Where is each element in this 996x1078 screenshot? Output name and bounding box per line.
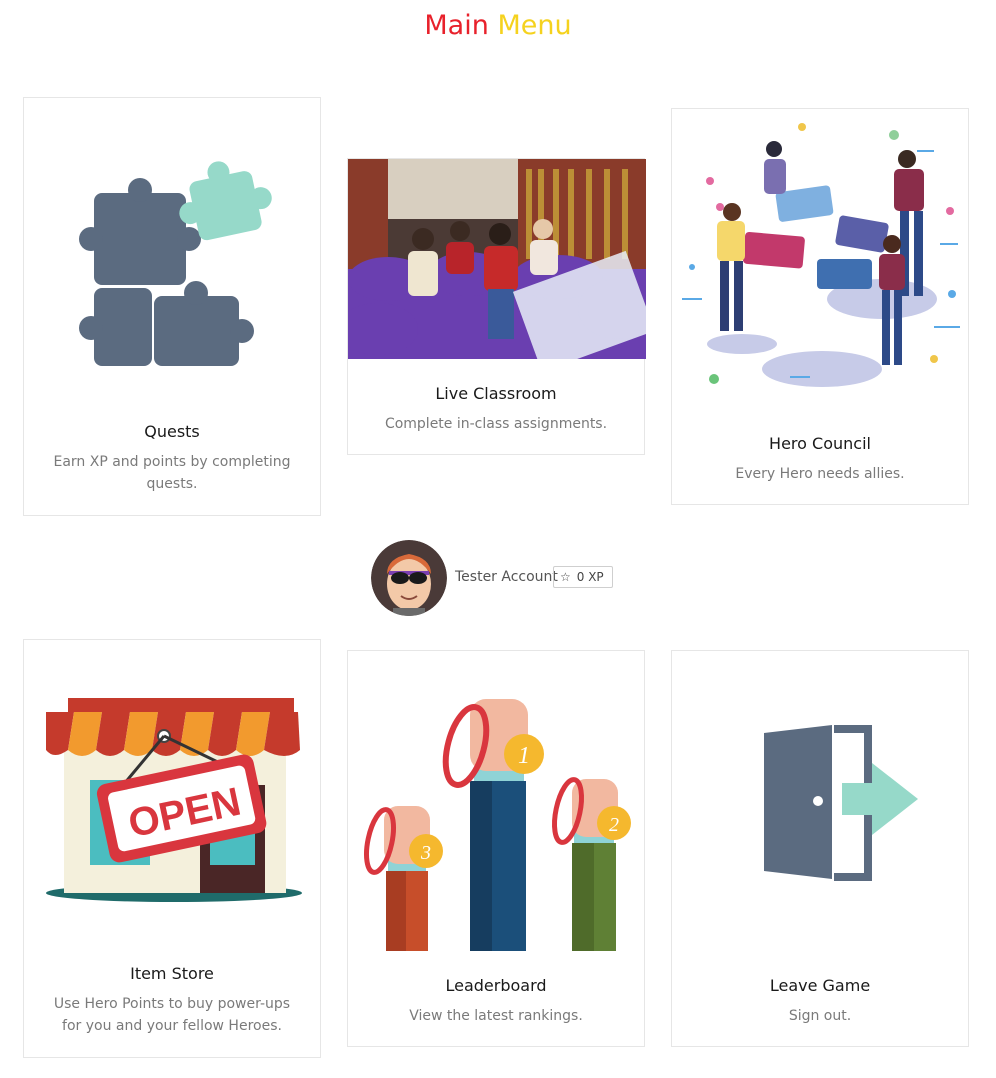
- leave-game-card[interactable]: Leave Game Sign out.: [671, 650, 969, 1047]
- title-main-word: Main: [424, 10, 489, 41]
- team-puzzle-illustration: [672, 109, 970, 409]
- card-title: Hero Council: [769, 434, 871, 453]
- page-title: Main Menu: [0, 10, 996, 41]
- card-title: Leave Game: [769, 976, 871, 995]
- star-outline-icon: ☆: [560, 570, 571, 584]
- xp-badge: ☆ 0 XP: [553, 566, 613, 588]
- card-description: Every Hero needs allies.: [735, 466, 905, 482]
- card-description: View the latest rankings.: [409, 1008, 583, 1024]
- item-store-card[interactable]: OPEN Item Store Use Hero Points to buy p…: [23, 639, 321, 1058]
- xp-value: 0 XP: [576, 570, 604, 584]
- avatar[interactable]: [371, 540, 447, 616]
- medal-three: 3: [420, 842, 431, 864]
- title-menu-word: Menu: [497, 10, 572, 41]
- medals-illustration: 1 2 3: [348, 691, 646, 951]
- player-name: Tester Account: [455, 569, 558, 585]
- puzzle-pieces-icon: [24, 148, 322, 398]
- hero-council-card[interactable]: Hero Council Every Hero needs allies.: [671, 108, 969, 505]
- card-title: Live Classroom: [435, 384, 557, 403]
- leaderboard-card[interactable]: 1 2 3 Leaderboard View the latest rankin…: [347, 650, 645, 1047]
- open-shop-illustration: OPEN: [24, 690, 322, 920]
- medal-one: 1: [518, 743, 530, 769]
- card-description: Complete in-class assignments.: [384, 416, 608, 432]
- quests-card[interactable]: Quests Earn XP and points by completing …: [23, 97, 321, 516]
- card-description: Sign out.: [788, 1008, 852, 1024]
- card-title: Item Store: [130, 964, 214, 983]
- card-description: Earn XP and points by completing quests.: [53, 454, 291, 492]
- card-title: Quests: [144, 422, 200, 441]
- card-description: Use Hero Points to buy power-ups for you…: [53, 996, 291, 1034]
- medal-two: 2: [609, 814, 619, 836]
- exit-door-icon: [672, 711, 970, 891]
- card-title: Leaderboard: [445, 976, 547, 995]
- classroom-photo: [348, 159, 646, 359]
- live-classroom-card[interactable]: Live Classroom Complete in-class assignm…: [347, 158, 646, 455]
